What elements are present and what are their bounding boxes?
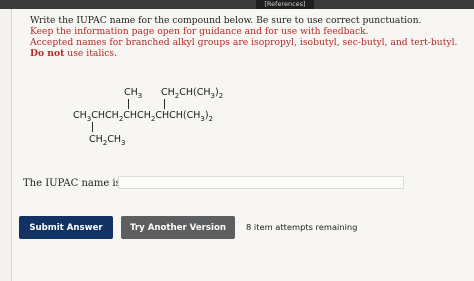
iupac-name-input[interactable] (118, 176, 404, 189)
substituent-top-right: CH2CH(CH3)2 (161, 87, 224, 100)
substituent-bottom: CH2CH3 (89, 134, 126, 147)
substituent-top-left: CH3 (124, 87, 143, 100)
main-chain: CH3CHCH2CHCH2CHCH(CH3)2 (73, 110, 214, 123)
references-tab[interactable]: [References] (256, 0, 314, 9)
top-bar (0, 0, 474, 9)
bond-line (128, 99, 129, 109)
do-not-emphasis: Do not (30, 48, 65, 59)
bond-line (164, 99, 165, 109)
italics-note: use italics. (64, 48, 118, 59)
instruction-line: Write the IUPAC name for the compound be… (30, 15, 422, 26)
bond-line (92, 122, 93, 132)
instruction-line-guidance: Keep the information page open for guida… (30, 26, 369, 37)
answer-label: The IUPAC name is (23, 178, 121, 189)
submit-answer-button[interactable]: Submit Answer (19, 216, 113, 239)
try-another-version-button[interactable]: Try Another Version (121, 216, 235, 239)
instruction-line-italics: Do not use italics. (30, 48, 117, 59)
attempts-remaining: 8 item attempts remaining (246, 222, 358, 232)
instruction-line-accepted-names: Accepted names for branched alkyl groups… (30, 37, 458, 48)
